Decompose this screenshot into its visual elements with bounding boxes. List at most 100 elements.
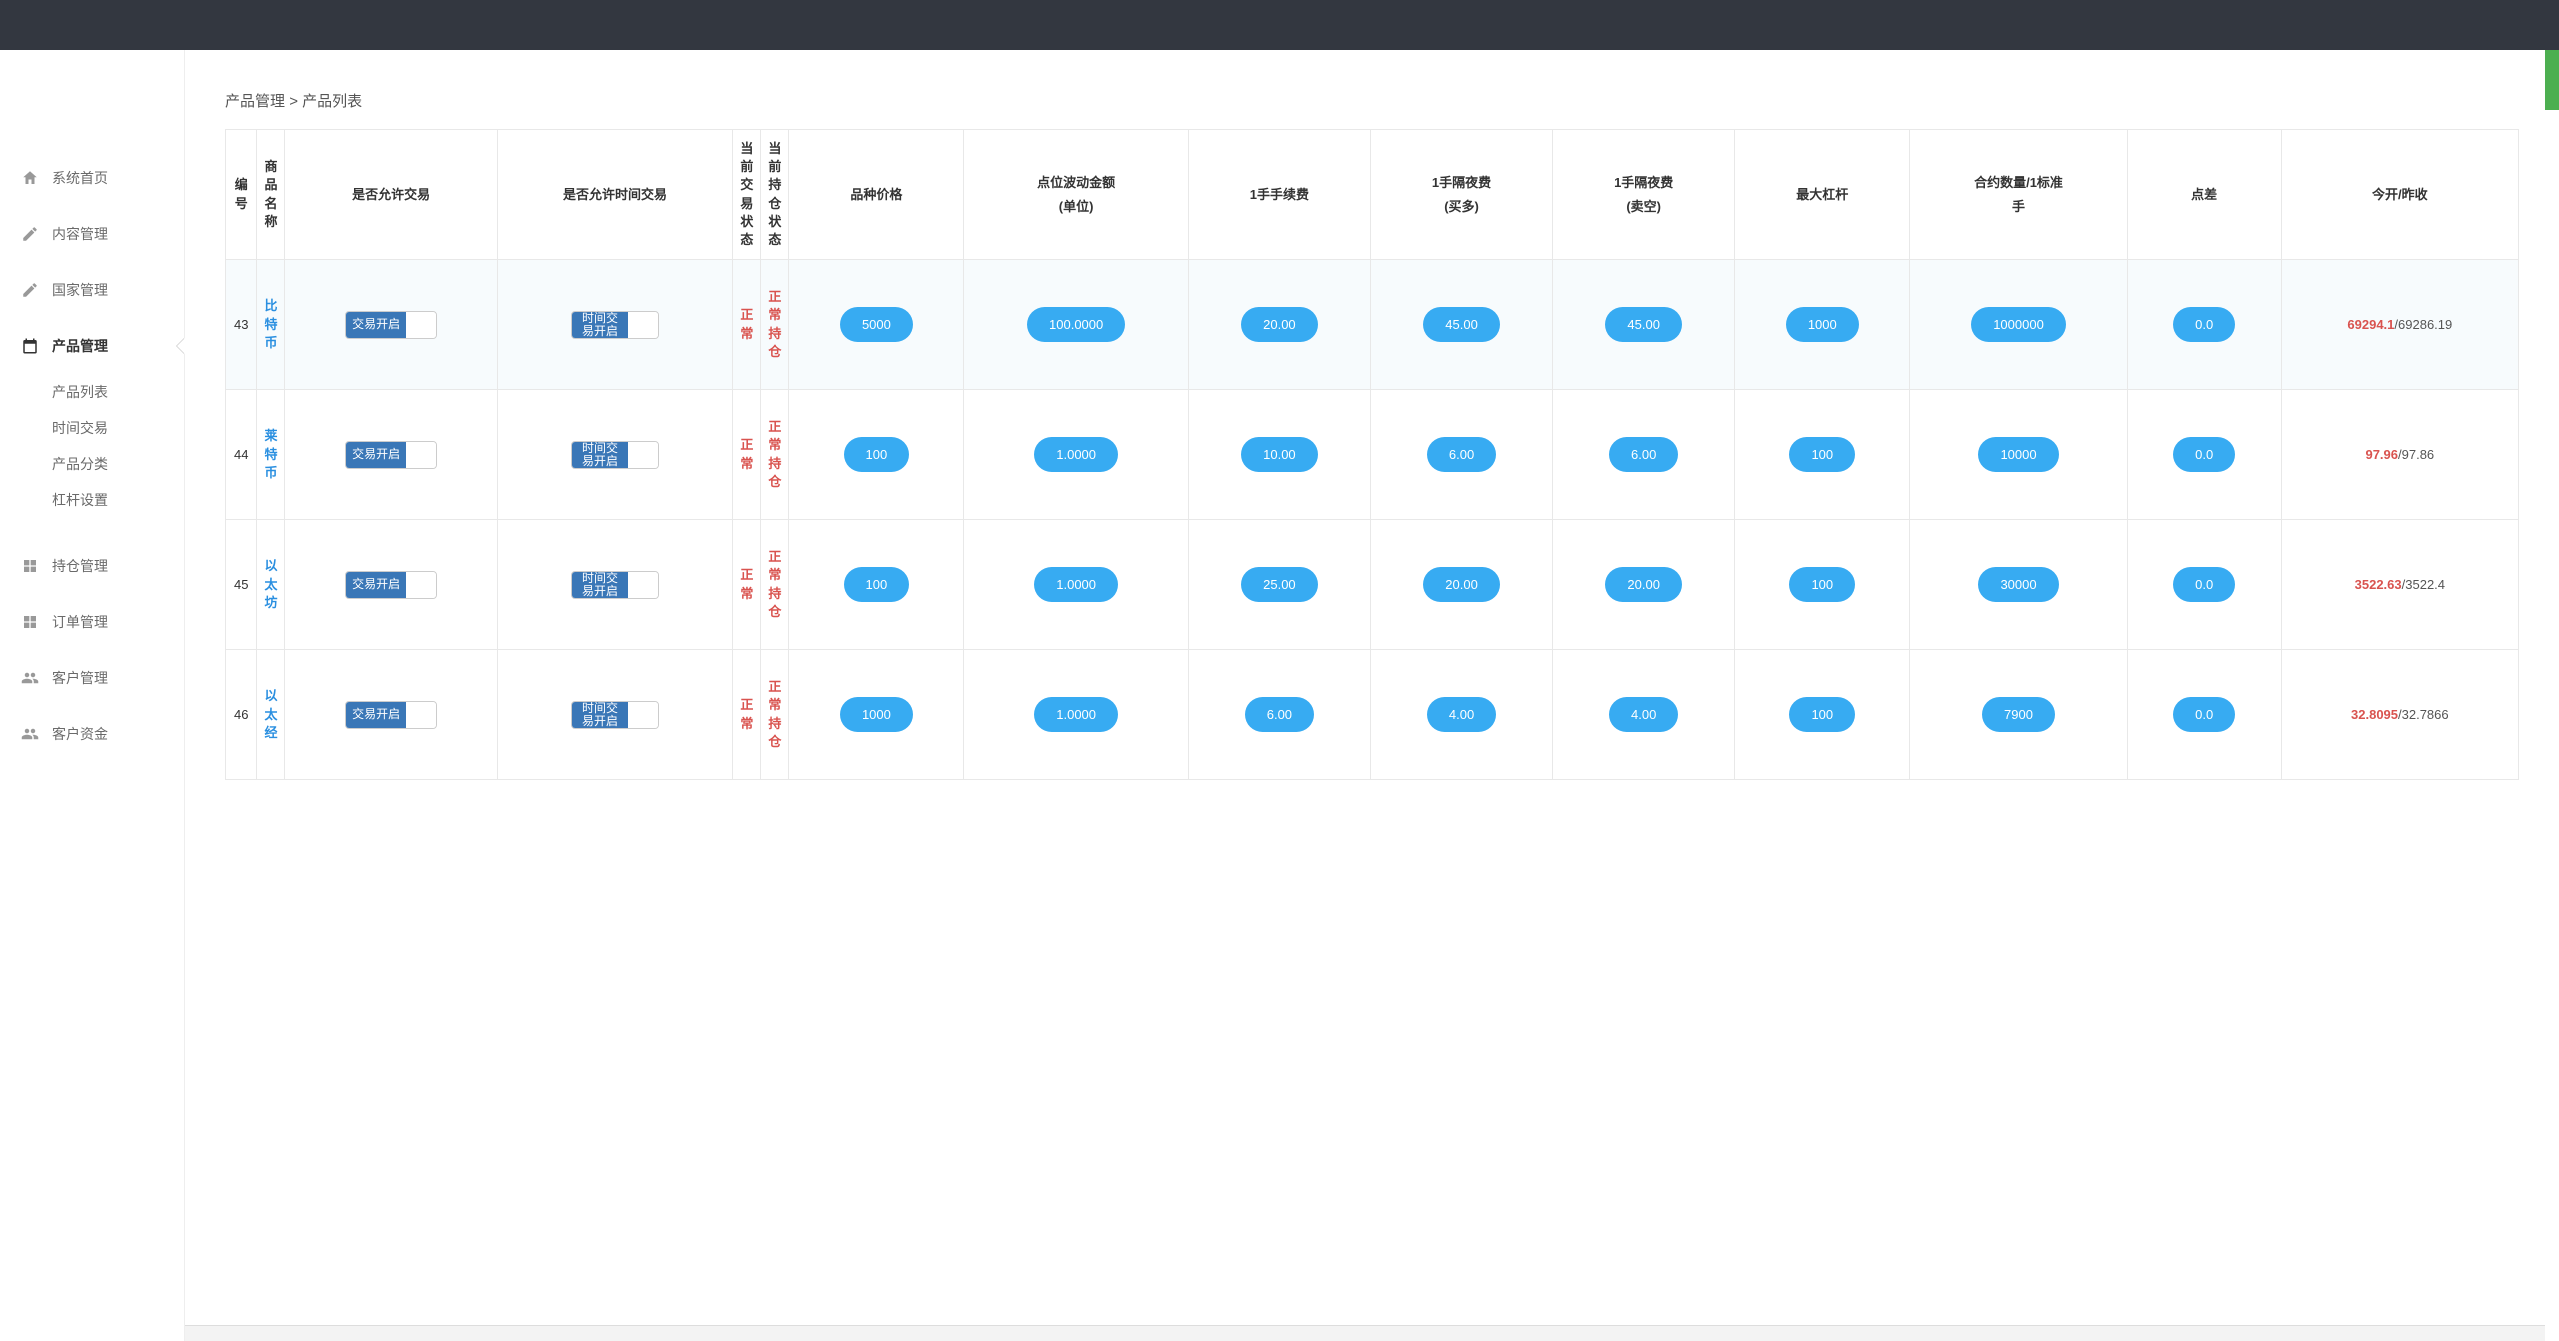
trade-toggle[interactable]: 交易开启 xyxy=(345,311,437,339)
cell-point-amount: 100.0000 xyxy=(964,260,1188,390)
sidebar-item-country[interactable]: 国家管理 xyxy=(0,262,184,318)
sidebar-item-home[interactable]: 系统首页 xyxy=(0,150,184,206)
breadcrumb-current: 产品列表 xyxy=(302,93,362,110)
cell-overnight-buy: 6.00 xyxy=(1370,390,1552,520)
cell-allow-trade: 交易开启 xyxy=(285,390,497,520)
sidebar-item-label: 内容管理 xyxy=(52,224,108,244)
sidebar-item-customer[interactable]: 客户管理 xyxy=(0,650,184,706)
contract-pill[interactable]: 30000 xyxy=(1978,567,2058,602)
col-trade-status: 当前交易状态 xyxy=(733,130,761,260)
time-toggle[interactable]: 时间交易开启 xyxy=(571,701,659,729)
sidebar-item-label: 持仓管理 xyxy=(52,556,108,576)
cell-contract: 7900 xyxy=(1910,650,2127,780)
col-spread: 点差 xyxy=(2127,130,2281,260)
cell-allow-time: 时间交易开启 xyxy=(497,390,733,520)
cell-overnight-buy: 45.00 xyxy=(1370,260,1552,390)
cell-allow-trade: 交易开启 xyxy=(285,260,497,390)
sidebar-sub-leverage[interactable]: 杠杆设置 xyxy=(0,482,184,518)
col-hold-status: 当前持仓状态 xyxy=(761,130,789,260)
sidebar-item-content[interactable]: 内容管理 xyxy=(0,206,184,262)
sidebar-item-customer-funds[interactable]: 客户资金 xyxy=(0,706,184,762)
contract-pill[interactable]: 7900 xyxy=(1982,697,2055,732)
cell-name[interactable]: 以太经 xyxy=(257,650,285,780)
sidebar-sub-product-list[interactable]: 产品列表 xyxy=(0,374,184,410)
cell-hold-status: 正常持仓 xyxy=(761,520,789,650)
spread-pill[interactable]: 0.0 xyxy=(2173,307,2235,342)
sidebar-item-label: 订单管理 xyxy=(52,612,108,632)
fee-pill[interactable]: 6.00 xyxy=(1245,697,1314,732)
contract-pill[interactable]: 1000000 xyxy=(1971,307,2066,342)
cell-allow-time: 时间交易开启 xyxy=(497,650,733,780)
overnight-sell-pill[interactable]: 6.00 xyxy=(1609,437,1678,472)
cell-name[interactable]: 莱特币 xyxy=(257,390,285,520)
sidebar-item-label: 客户资金 xyxy=(52,724,108,744)
col-id: 编号 xyxy=(226,130,257,260)
spread-pill[interactable]: 0.0 xyxy=(2173,567,2235,602)
cell-trade-status: 正常 xyxy=(733,650,761,780)
scroll-indicator xyxy=(2545,50,2559,110)
cell-fee: 25.00 xyxy=(1188,520,1370,650)
breadcrumb-parent[interactable]: 产品管理 xyxy=(225,93,285,110)
fee-pill[interactable]: 25.00 xyxy=(1241,567,1318,602)
calendar-icon xyxy=(20,336,40,356)
trade-toggle[interactable]: 交易开启 xyxy=(345,441,437,469)
price-pill[interactable]: 100 xyxy=(844,567,910,602)
cell-name[interactable]: 比特币 xyxy=(257,260,285,390)
horizontal-scrollbar[interactable] xyxy=(185,1325,2545,1341)
spread-pill[interactable]: 0.0 xyxy=(2173,697,2235,732)
overnight-buy-pill[interactable]: 45.00 xyxy=(1423,307,1500,342)
overnight-buy-pill[interactable]: 4.00 xyxy=(1427,697,1496,732)
time-toggle[interactable]: 时间交易开启 xyxy=(571,571,659,599)
home-icon xyxy=(20,168,40,188)
price-pill[interactable]: 1000 xyxy=(840,697,913,732)
sidebar-item-product[interactable]: 产品管理 xyxy=(0,318,184,374)
price-pill[interactable]: 5000 xyxy=(840,307,913,342)
spread-pill[interactable]: 0.0 xyxy=(2173,437,2235,472)
table-row: 45以太坊交易开启时间交易开启正常正常持仓1001.000025.0020.00… xyxy=(226,520,2519,650)
cell-spread: 0.0 xyxy=(2127,390,2281,520)
time-toggle[interactable]: 时间交易开启 xyxy=(571,311,659,339)
cell-hold-status: 正常持仓 xyxy=(761,650,789,780)
sidebar-subs-product: 产品列表 时间交易 产品分类 杠杆设置 xyxy=(0,374,184,538)
cell-overnight-sell: 45.00 xyxy=(1553,260,1735,390)
cell-max-leverage: 100 xyxy=(1735,390,1910,520)
sidebar-sub-product-category[interactable]: 产品分类 xyxy=(0,446,184,482)
cell-max-leverage: 100 xyxy=(1735,650,1910,780)
cell-name[interactable]: 以太坊 xyxy=(257,520,285,650)
cell-fee: 10.00 xyxy=(1188,390,1370,520)
col-contract: 合约数量/1标准手 xyxy=(1910,130,2127,260)
cell-hold-status: 正常持仓 xyxy=(761,390,789,520)
point-pill[interactable]: 100.0000 xyxy=(1027,307,1125,342)
leverage-pill[interactable]: 100 xyxy=(1789,567,1855,602)
overnight-sell-pill[interactable]: 20.00 xyxy=(1605,567,1682,602)
cell-price: 1000 xyxy=(789,650,964,780)
time-toggle[interactable]: 时间交易开启 xyxy=(571,441,659,469)
leverage-pill[interactable]: 1000 xyxy=(1786,307,1859,342)
cell-overnight-sell: 20.00 xyxy=(1553,520,1735,650)
point-pill[interactable]: 1.0000 xyxy=(1034,437,1118,472)
contract-pill[interactable]: 10000 xyxy=(1978,437,2058,472)
breadcrumb: 产品管理 > 产品列表 xyxy=(225,90,2519,111)
topbar xyxy=(0,0,2559,50)
sidebar-item-order[interactable]: 订单管理 xyxy=(0,594,184,650)
point-pill[interactable]: 1.0000 xyxy=(1034,697,1118,732)
point-pill[interactable]: 1.0000 xyxy=(1034,567,1118,602)
overnight-sell-pill[interactable]: 45.00 xyxy=(1605,307,1682,342)
trade-toggle[interactable]: 交易开启 xyxy=(345,701,437,729)
main-content: 产品管理 > 产品列表 编号 商品名称 是否允许交易 是否允许时间交易 当前交易… xyxy=(185,50,2559,1341)
overnight-buy-pill[interactable]: 6.00 xyxy=(1427,437,1496,472)
leverage-pill[interactable]: 100 xyxy=(1789,437,1855,472)
users-icon xyxy=(20,724,40,744)
cell-fee: 6.00 xyxy=(1188,650,1370,780)
trade-toggle[interactable]: 交易开启 xyxy=(345,571,437,599)
fee-pill[interactable]: 10.00 xyxy=(1241,437,1318,472)
sidebar-sub-time-trade[interactable]: 时间交易 xyxy=(0,410,184,446)
leverage-pill[interactable]: 100 xyxy=(1789,697,1855,732)
overnight-buy-pill[interactable]: 20.00 xyxy=(1423,567,1500,602)
edit-icon xyxy=(20,224,40,244)
price-pill[interactable]: 100 xyxy=(844,437,910,472)
sidebar-item-position[interactable]: 持仓管理 xyxy=(0,538,184,594)
fee-pill[interactable]: 20.00 xyxy=(1241,307,1318,342)
cell-trade-status: 正常 xyxy=(733,520,761,650)
overnight-sell-pill[interactable]: 4.00 xyxy=(1609,697,1678,732)
